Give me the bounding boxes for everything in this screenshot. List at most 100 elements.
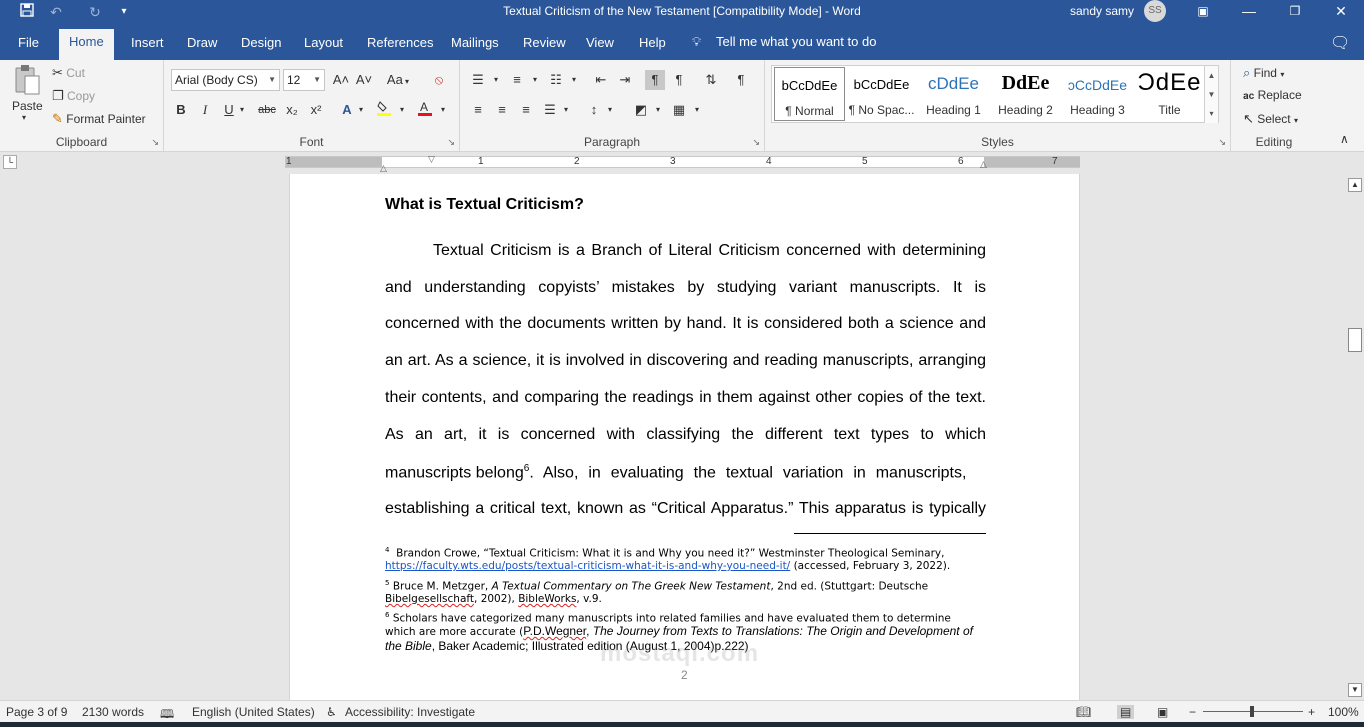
tab-draw[interactable]: Draw — [179, 32, 225, 60]
style-title[interactable]: ƆdEe Title — [1134, 67, 1205, 121]
gallery-more-icon[interactable]: ▾ — [1204, 104, 1218, 123]
underline-dropdown-icon[interactable]: ▾ — [232, 100, 252, 120]
align-right-icon[interactable]: ≡ — [516, 100, 536, 120]
chevron-down-icon[interactable]: ▾ — [392, 100, 412, 120]
cut-button[interactable]: ✂ Cut — [52, 65, 85, 81]
scroll-up-icon[interactable]: ▲ — [1348, 178, 1362, 192]
tab-review[interactable]: Review — [515, 32, 574, 60]
first-line-indent-marker-icon[interactable]: ▽ — [428, 154, 435, 165]
zoom-in-button[interactable]: + — [1308, 705, 1315, 719]
chevron-down-icon[interactable]: ▾ — [351, 100, 371, 120]
accessibility-status[interactable]: Accessibility: Investigate — [345, 705, 475, 719]
dialog-launcher-icon[interactable]: ↘ — [151, 137, 159, 148]
numbering-icon[interactable]: ≡ — [507, 70, 527, 90]
subscript-button[interactable]: x₂ — [282, 100, 302, 120]
print-layout-icon[interactable]: ▤ — [1117, 705, 1135, 719]
close-icon[interactable]: ✕ — [1318, 0, 1364, 24]
vertical-scrollbar[interactable]: ▲ ▼ — [1346, 174, 1364, 700]
italic-button[interactable]: I — [195, 100, 215, 120]
gallery-scroll-up-icon[interactable]: ▲ — [1204, 66, 1218, 85]
align-center-icon[interactable]: ≡ — [492, 100, 512, 120]
style-heading-2[interactable]: DdEe Heading 2 — [990, 67, 1061, 121]
font-size-select[interactable]: 12 ▼ — [283, 69, 325, 91]
horizontal-ruler[interactable]: 1 1 2 3 4 5 6 7 ▽ △ △ — [285, 154, 1080, 173]
tab-view[interactable]: View — [578, 32, 622, 60]
minimize-icon[interactable]: — — [1226, 0, 1272, 24]
footnote-link[interactable]: https://faculty.wts.edu/posts/textual-cr… — [385, 560, 790, 572]
find-button[interactable]: ⌕ Find ▾ — [1243, 65, 1284, 81]
superscript-button[interactable]: x² — [306, 100, 326, 120]
grow-font-button[interactable]: A˄ — [331, 70, 351, 90]
scroll-down-icon[interactable]: ▼ — [1348, 683, 1362, 697]
page-count[interactable]: Page 3 of 9 — [6, 705, 67, 719]
comments-icon[interactable]: 🗨︎ — [1330, 33, 1350, 53]
chevron-down-icon[interactable]: ▾ — [648, 100, 668, 120]
format-painter-button[interactable]: ✎ Format Painter — [52, 111, 146, 127]
gallery-scroll-down-icon[interactable]: ▼ — [1204, 85, 1218, 104]
user-name[interactable]: sandy samy — [1070, 4, 1134, 18]
tell-me-search[interactable]: 💡︎ Tell me what you want to do — [692, 34, 876, 50]
zoom-out-button[interactable]: − — [1189, 705, 1196, 719]
clear-formatting-icon[interactable]: ⦸ — [429, 70, 449, 90]
tab-selector-icon[interactable]: └ — [3, 155, 17, 169]
tab-home[interactable]: Home — [59, 29, 114, 60]
ltr-direction-icon[interactable]: ¶ — [645, 70, 665, 90]
chevron-down-icon[interactable]: ▾ — [556, 100, 576, 120]
copy-button[interactable]: ❐ Copy — [52, 88, 95, 104]
highlight-icon[interactable] — [374, 100, 394, 120]
chevron-down-icon[interactable]: ▾ — [564, 70, 584, 90]
rtl-direction-icon[interactable]: ¶ — [669, 70, 689, 90]
restore-icon[interactable]: ❐ — [1272, 0, 1318, 24]
borders-icon[interactable]: ▦ — [669, 100, 689, 120]
paste-dropdown-icon[interactable]: ▾ — [22, 113, 26, 122]
paste-icon[interactable] — [12, 64, 42, 98]
style-no-spacing[interactable]: bCcDdEe ¶ No Spac... — [846, 67, 917, 121]
select-button[interactable]: ↖ Select ▾ — [1243, 111, 1298, 127]
dialog-launcher-icon[interactable]: ↘ — [752, 137, 760, 148]
style-heading-1[interactable]: cDdEe Heading 1 — [918, 67, 989, 121]
shrink-font-button[interactable]: A˅ — [354, 70, 374, 90]
replace-button[interactable]: 𝐚𝐜 Replace — [1243, 88, 1302, 102]
style-normal[interactable]: bCcDdEe ¶ Normal — [774, 67, 845, 121]
language-indicator[interactable]: English (United States) — [192, 705, 315, 719]
zoom-slider-handle[interactable] — [1250, 706, 1254, 717]
page[interactable]: What is Textual Criticism? Textual Criti… — [289, 174, 1080, 700]
zoom-level[interactable]: 100% — [1328, 705, 1359, 719]
misspelled-word[interactable]: P.D.Wegner — [523, 624, 586, 638]
tab-layout[interactable]: Layout — [296, 32, 351, 60]
strikethrough-button[interactable]: abc — [257, 100, 277, 120]
tab-file[interactable]: File — [10, 32, 47, 60]
font-name-select[interactable]: Arial (Body CS) ▼ — [171, 69, 280, 91]
chevron-down-icon[interactable]: ▾ — [525, 70, 545, 90]
chevron-down-icon[interactable]: ▾ — [433, 100, 453, 120]
tab-design[interactable]: Design — [233, 32, 289, 60]
accessibility-icon[interactable]: ♿︎ — [326, 705, 337, 719]
misspelled-word[interactable]: Bibelgesellschaft — [385, 593, 474, 605]
align-left-icon[interactable]: ≡ — [468, 100, 488, 120]
dialog-launcher-icon[interactable]: ↘ — [1218, 137, 1226, 148]
scroll-thumb[interactable] — [1348, 328, 1362, 352]
chevron-down-icon[interactable]: ▾ — [600, 100, 620, 120]
ribbon-display-options-icon[interactable]: ▣ — [1180, 0, 1226, 24]
read-mode-icon[interactable]: 📖︎ — [1076, 705, 1091, 719]
increase-indent-icon[interactable]: ⇥ — [615, 70, 635, 90]
bold-button[interactable]: B — [171, 100, 191, 120]
right-indent-marker-icon[interactable]: △ — [980, 159, 987, 170]
show-formatting-marks-icon[interactable]: ¶ — [731, 70, 751, 90]
tab-references[interactable]: References — [359, 32, 441, 60]
multilevel-list-icon[interactable]: ☷ — [546, 70, 566, 90]
sort-icon[interactable]: ⇅ — [701, 70, 721, 90]
misspelled-word[interactable]: BibleWorks — [518, 593, 576, 605]
bullets-icon[interactable]: ☰ — [468, 70, 488, 90]
web-layout-icon[interactable]: ▣ — [1157, 705, 1168, 719]
change-case-button[interactable]: Aa ▾ — [383, 70, 413, 90]
tab-mailings[interactable]: Mailings — [443, 32, 507, 60]
dialog-launcher-icon[interactable]: ↘ — [447, 137, 455, 148]
chevron-down-icon[interactable]: ▾ — [486, 70, 506, 90]
decrease-indent-icon[interactable]: ⇤ — [591, 70, 611, 90]
avatar[interactable]: SS — [1144, 0, 1166, 22]
style-heading-3[interactable]: ɔCcDdEe Heading 3 — [1062, 67, 1133, 121]
chevron-down-icon[interactable]: ▾ — [687, 100, 707, 120]
word-count[interactable]: 2130 words — [82, 705, 144, 719]
hanging-indent-marker-icon[interactable]: △ — [380, 163, 387, 174]
